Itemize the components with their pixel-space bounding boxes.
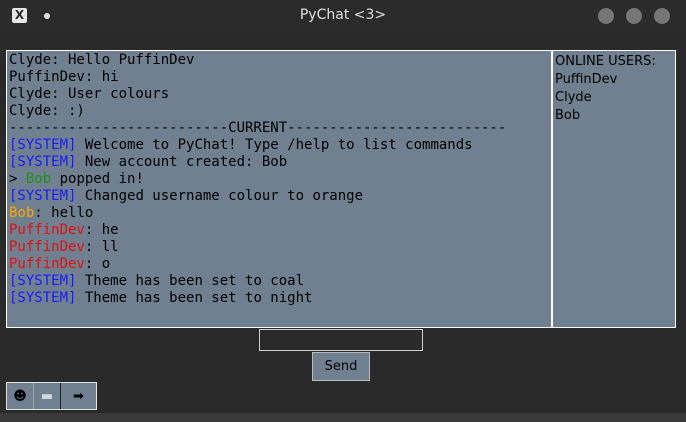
chat-message-segment: Bob: [25, 171, 52, 187]
chat-message-segment: >: [9, 171, 26, 187]
chat-message-segment: [SYSTEM]: [9, 290, 77, 306]
window-title: PyChat <3>: [299, 7, 387, 23]
emoji-button[interactable]: ☻: [7, 383, 34, 409]
maximize-button[interactable]: [626, 8, 642, 24]
chat-message: [SYSTEM] Theme has been set to coal: [9, 273, 551, 290]
chat-message-segment: [SYSTEM]: [9, 137, 77, 153]
chat-message: PuffinDev: ll: [9, 239, 551, 256]
chat-message: [SYSTEM] New account created: Bob: [9, 154, 551, 171]
online-users-panel: ONLINE USERS: PuffinDev Clyde Bob: [552, 50, 676, 328]
chat-message: > Bob popped in!: [9, 171, 551, 188]
chat-message-segment: : o: [84, 256, 111, 272]
chat-message: Clyde: User colours: [9, 86, 551, 103]
chat-message-segment: [SYSTEM]: [9, 154, 77, 170]
chat-message: Clyde: :): [9, 103, 551, 120]
online-user-item: Bob: [555, 108, 581, 123]
title-bar: X PyChat <3>: [0, 0, 686, 32]
smiley-icon: ☻: [13, 388, 27, 404]
message-input[interactable]: [259, 329, 423, 351]
chat-message: [SYSTEM] Theme has been set to night: [9, 290, 551, 307]
chat-message-segment: : ll: [84, 239, 119, 255]
chat-message-segment: Theme has been set to coal: [76, 273, 305, 289]
app-window: Clyde: Hello PuffinDev PuffinDev: hi Clyde…: [0, 32, 686, 422]
chat-message-segment: PuffinDev: [9, 256, 85, 272]
minimize-toolbar-button[interactable]: ▬: [34, 383, 61, 409]
chat-message: PuffinDev: he: [9, 222, 551, 239]
minimize-button[interactable]: [598, 8, 614, 24]
chat-message-segment: PuffinDev: hi: [9, 69, 119, 85]
chat-message-segment: --------------------------CURRENT-------…: [9, 120, 507, 136]
chat-message: [SYSTEM] Welcome to PyChat! Type /help t…: [9, 137, 551, 154]
toolbar: ☻ ▬ ➡: [6, 382, 97, 410]
chat-message-segment: Theme has been set to night: [76, 290, 313, 306]
bottom-strip: [0, 413, 686, 422]
chat-message-segment: popped in!: [51, 171, 144, 187]
bar-icon: ▬: [40, 388, 54, 404]
chat-message-segment: [SYSTEM]: [9, 273, 77, 289]
chat-message-segment: Clyde: Hello PuffinDev: [9, 52, 195, 68]
chat-message-segment: Clyde: :): [9, 103, 85, 119]
arrow-right-icon: ➡: [73, 388, 84, 404]
next-button[interactable]: ➡: [61, 383, 96, 409]
chat-message-segment: : he: [84, 222, 119, 238]
chat-message-segment: [SYSTEM]: [9, 188, 77, 204]
close-button[interactable]: [654, 8, 670, 24]
chat-message: Clyde: Hello PuffinDev: [9, 52, 551, 69]
online-user-item: PuffinDev: [555, 72, 618, 87]
chat-message-segment: Bob: [9, 205, 35, 221]
online-user-item: Clyde: [555, 90, 592, 105]
send-button[interactable]: Send: [312, 352, 370, 381]
chat-message-segment: PuffinDev: [9, 239, 85, 255]
chat-message-segment: PuffinDev: [9, 222, 85, 238]
chat-message: [SYSTEM] Changed username colour to oran…: [9, 188, 551, 205]
chat-message: Bob: hello: [9, 205, 551, 222]
chat-message: PuffinDev: o: [9, 256, 551, 273]
chat-message-segment: Welcome to PyChat! Type /help to list co…: [76, 137, 473, 153]
chat-message: --------------------------CURRENT-------…: [9, 120, 551, 137]
chat-message-segment: New account created: Bob: [76, 154, 288, 170]
chat-message: PuffinDev: hi: [9, 69, 551, 86]
chat-message-segment: : hello: [34, 205, 94, 221]
chat-log[interactable]: Clyde: Hello PuffinDev PuffinDev: hi Clyde…: [6, 50, 552, 328]
chat-message-segment: Clyde: User colours: [9, 86, 170, 102]
online-users-header: ONLINE USERS:: [555, 54, 656, 69]
chat-message-segment: Changed username colour to orange: [76, 188, 364, 204]
